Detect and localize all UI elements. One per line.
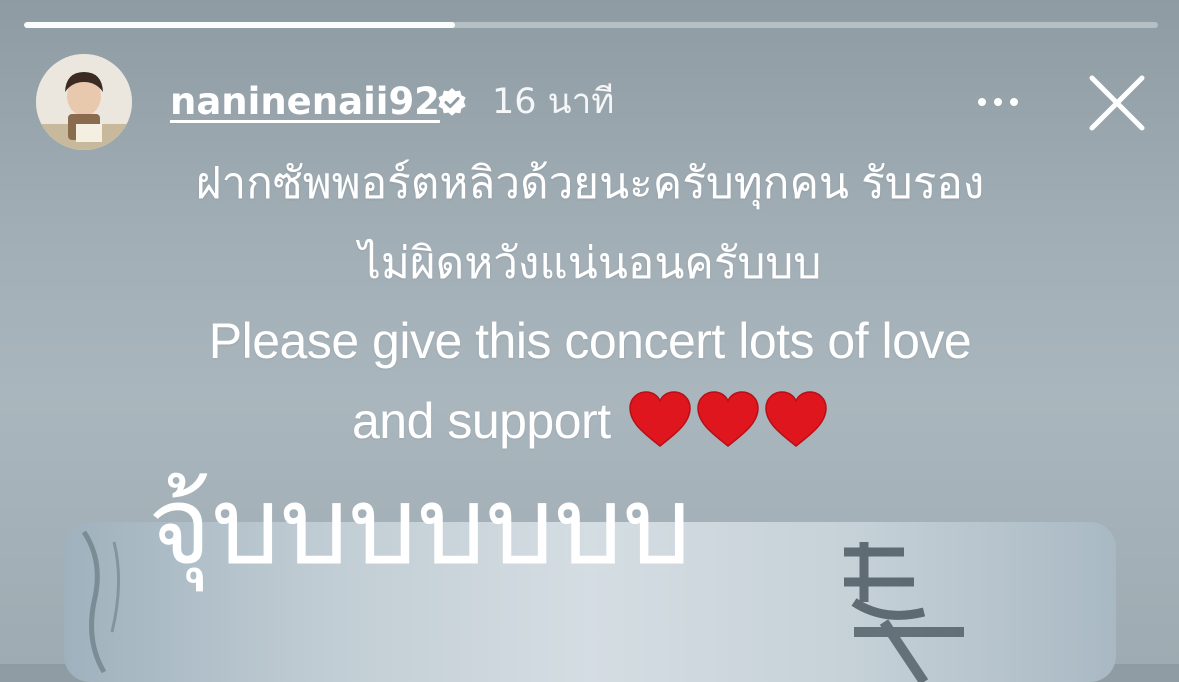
caption-line-4: and support	[120, 390, 1060, 450]
story-overlay-text: จุ้บบบบบบบ	[148, 465, 692, 586]
username-link[interactable]: naninenaii92	[170, 80, 440, 124]
story-progress-fill	[24, 22, 455, 28]
more-options-dot	[994, 98, 1002, 106]
story-progress-bar	[24, 22, 1158, 28]
heart-icon	[629, 391, 691, 447]
avatar[interactable]	[36, 54, 132, 150]
more-options-dot	[1010, 98, 1018, 106]
close-icon[interactable]	[1084, 70, 1150, 136]
heart-icon	[697, 391, 759, 447]
caption-line-1: ฝากซัพพอร์ตหลิวด้วยนะครับทุกคน รับรอง	[195, 159, 985, 208]
caption-line-2: ไม่ผิดหวังแน่นอนครับบบ	[358, 239, 822, 288]
caption-line-4-text: and support	[352, 393, 611, 449]
verified-badge-icon	[438, 88, 466, 116]
more-options-button[interactable]	[968, 82, 1028, 122]
caption-line-3: Please give this concert lots of love	[208, 313, 972, 369]
more-options-icon	[978, 98, 986, 106]
heart-icon	[765, 391, 827, 447]
post-timestamp: 16 นาที	[492, 82, 615, 122]
profile-photo	[36, 54, 132, 150]
